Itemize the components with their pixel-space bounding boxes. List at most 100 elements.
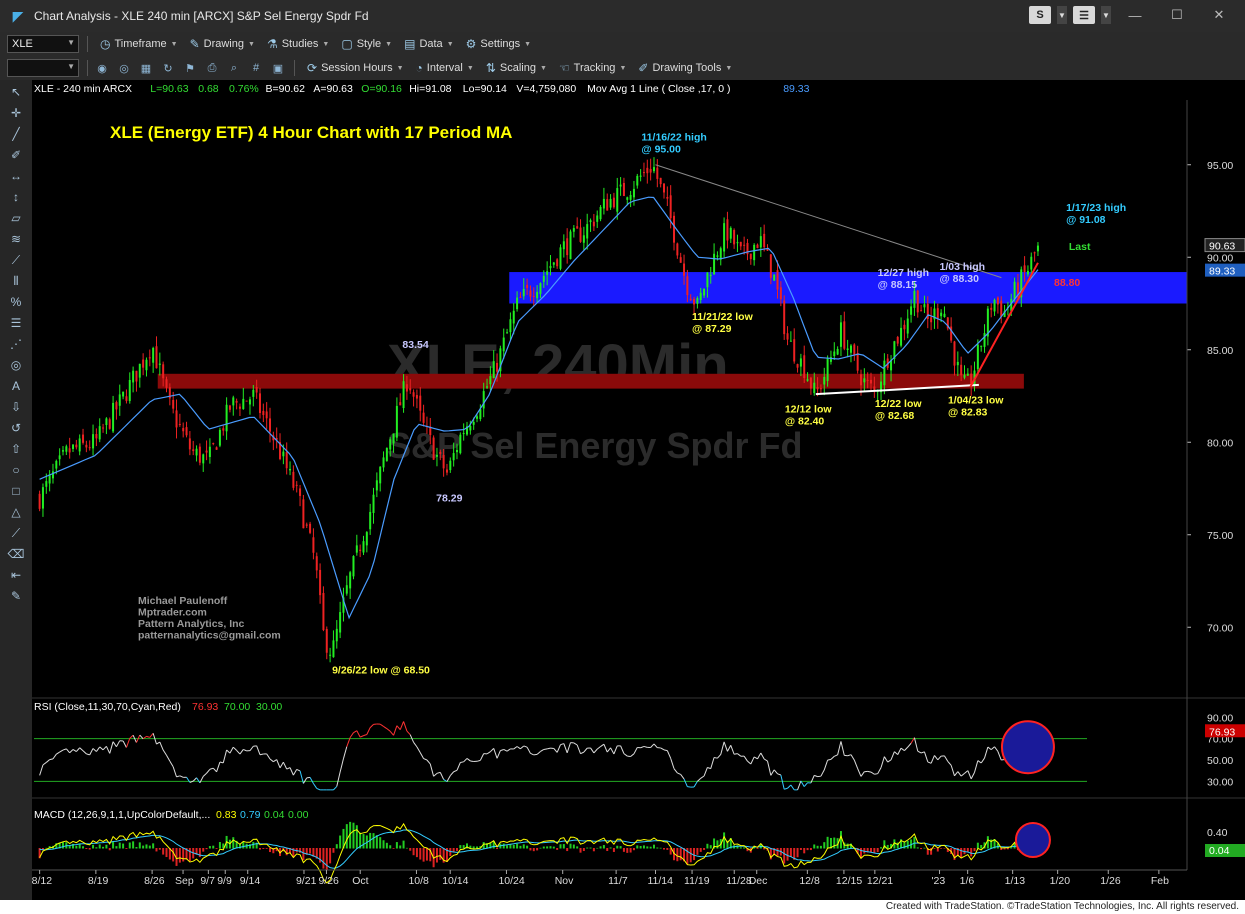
- rsi-segment: [463, 758, 468, 763]
- pointer-icon[interactable]: ↖: [5, 83, 27, 101]
- drawing-tools-menu[interactable]: ✐ Drawing Tools ▼: [638, 61, 732, 75]
- rsi-segment: [146, 735, 150, 738]
- candle-body: [612, 197, 615, 208]
- candle-body: [409, 388, 412, 391]
- speed-lines-icon[interactable]: ⋰: [5, 335, 27, 353]
- minimize-icon[interactable]: —: [1117, 8, 1153, 23]
- text-icon[interactable]: A: [5, 377, 27, 395]
- macd-bar: [803, 848, 806, 854]
- grid-icon[interactable]: ▣: [270, 60, 286, 76]
- drawing-menu[interactable]: ✎ Drawing ▼: [190, 37, 255, 51]
- workspace-select[interactable]: ▼: [7, 59, 79, 77]
- horizontal-line-icon[interactable]: ↔: [5, 167, 27, 185]
- channel-icon[interactable]: ▱: [5, 209, 27, 227]
- ruler-icon[interactable]: ⟋: [5, 524, 27, 542]
- menu-button[interactable]: ☰: [1073, 6, 1095, 24]
- candle-body: [803, 355, 806, 379]
- macd-bar: [666, 848, 669, 850]
- rsi-segment: [149, 732, 154, 738]
- macd-bar: [980, 845, 983, 849]
- menu-dropdown-icon[interactable]: ▼: [1101, 6, 1111, 24]
- candle-body: [419, 395, 422, 411]
- zoom-out-tool-icon[interactable]: ◎: [116, 60, 132, 76]
- curve-icon[interactable]: ↺: [5, 419, 27, 437]
- calendar-icon[interactable]: ▦: [138, 60, 154, 76]
- percent-icon[interactable]: %: [5, 293, 27, 311]
- trendline-icon[interactable]: ╱: [5, 125, 27, 143]
- candle-body: [489, 376, 492, 385]
- candle-body: [753, 244, 756, 261]
- rsi-line: [39, 721, 1039, 791]
- s-button[interactable]: S: [1029, 6, 1051, 24]
- macd-bar: [696, 848, 699, 855]
- symbol-input[interactable]: XLE ▼: [7, 35, 79, 53]
- eraser-icon[interactable]: ⌫: [5, 545, 27, 563]
- hash-icon[interactable]: #: [248, 60, 264, 76]
- candle-body: [472, 421, 475, 425]
- rsi-segment: [964, 770, 969, 774]
- rsi-segment: [927, 761, 932, 764]
- scaling-menu[interactable]: ⇅ Scaling ▼: [486, 61, 547, 75]
- lines-icon[interactable]: ☰: [5, 314, 27, 332]
- arrow-down-icon[interactable]: ⇩: [5, 398, 27, 416]
- rsi-segment: [573, 742, 578, 746]
- candle-body: [776, 270, 779, 290]
- macd-bar: [182, 848, 185, 862]
- maximize-icon[interactable]: ☐: [1159, 7, 1195, 23]
- style-menu[interactable]: ▢ Style ▼: [341, 37, 392, 51]
- crosshair-icon[interactable]: ✛: [5, 104, 27, 122]
- gann-icon[interactable]: ⟋: [5, 251, 27, 269]
- bars-icon[interactable]: ⦀: [5, 272, 27, 290]
- chevron-down-icon[interactable]: ▼: [67, 38, 75, 47]
- arrow-up-icon[interactable]: ⇧: [5, 440, 27, 458]
- brush-icon[interactable]: ✐: [5, 146, 27, 164]
- candle-body: [82, 434, 85, 443]
- candle-body: [556, 259, 559, 267]
- timeframe-menu[interactable]: ◷ Timeframe ▼: [100, 37, 178, 51]
- rsi-segment: [256, 745, 261, 755]
- rectangle-icon[interactable]: □: [5, 482, 27, 500]
- chart-canvas[interactable]: XLE - 240 min ARCX L=90.63 0.68 0.76% B=90.6…: [32, 80, 1245, 900]
- chevron-down-icon: ▼: [170, 40, 178, 48]
- rsi-segment: [356, 730, 361, 738]
- triangle-icon[interactable]: △: [5, 503, 27, 521]
- ellipse-icon[interactable]: ○: [5, 461, 27, 479]
- studies-menu[interactable]: ⚗ Studies ▼: [267, 37, 329, 51]
- interval-menu[interactable]: ◔ Interval ▼: [416, 61, 474, 75]
- session-hours-menu[interactable]: ⟳ Session Hours ▼: [307, 61, 404, 75]
- macd-bar: [385, 842, 388, 849]
- alert-icon[interactable]: ⚑: [182, 60, 198, 76]
- rsi-segment: [413, 741, 418, 748]
- target-icon[interactable]: ◎: [5, 356, 27, 374]
- chevron-down-icon[interactable]: ▼: [67, 62, 75, 71]
- candle-body: [652, 167, 655, 172]
- rsi-segment: [129, 734, 134, 739]
- menu-label: Settings: [480, 38, 521, 50]
- vertical-line-icon[interactable]: ↕: [5, 188, 27, 206]
- refresh-icon[interactable]: ↻: [160, 60, 176, 76]
- print-icon[interactable]: ⎙: [204, 60, 220, 76]
- tracking-menu[interactable]: ☜ Tracking ▼: [559, 61, 626, 75]
- price-tick-label: 75.00: [1207, 530, 1233, 542]
- candle-body: [582, 235, 585, 243]
- magnifier-icon[interactable]: ⌕: [226, 60, 242, 76]
- macd-bar: [158, 848, 161, 850]
- candle-body: [686, 276, 689, 296]
- chart-area[interactable]: XLE - 240 min ARCX L=90.63 0.68 0.76% B=90.6…: [32, 80, 1245, 900]
- rsi-segment: [416, 746, 421, 753]
- fibonacci-icon[interactable]: ≋: [5, 230, 27, 248]
- candle-body: [392, 433, 395, 444]
- s-dropdown-icon[interactable]: ▼: [1057, 6, 1067, 24]
- pen-icon[interactable]: ✎: [5, 587, 27, 605]
- macd-bar: [552, 846, 555, 849]
- collapse-icon[interactable]: ⇤: [5, 566, 27, 584]
- rsi-segment: [533, 753, 538, 756]
- zoom-in-tool-icon[interactable]: ◉: [94, 60, 110, 76]
- macd-bar: [933, 848, 936, 849]
- annotation-label: 1/17/23 high: [1066, 202, 1126, 214]
- close-icon[interactable]: ✕: [1201, 7, 1237, 23]
- candle-body: [853, 344, 856, 356]
- rsi-segment: [112, 741, 117, 748]
- settings-menu[interactable]: ⚙ Settings ▼: [466, 37, 531, 51]
- data-menu[interactable]: ▤ Data ▼: [404, 37, 454, 51]
